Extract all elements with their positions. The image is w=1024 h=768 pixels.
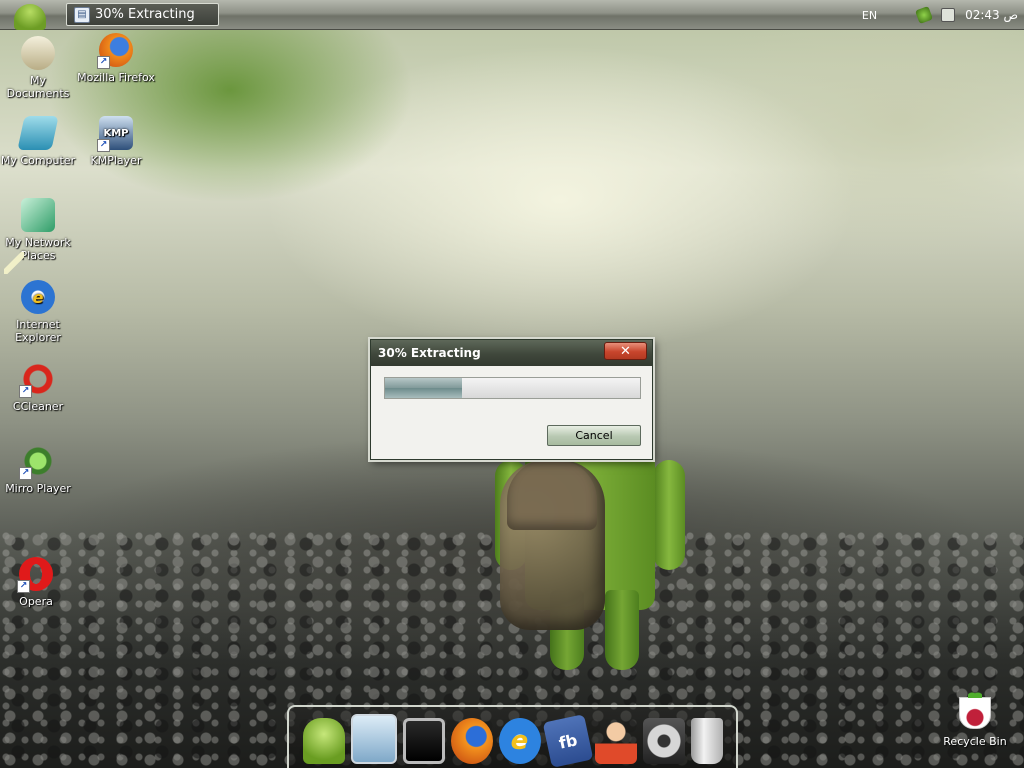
android-start-icon: [14, 4, 46, 30]
desktop-icon-mirro-player[interactable]: Mirro Player: [0, 444, 78, 495]
dialog-title: 30% Extracting: [378, 346, 481, 360]
android-icon[interactable]: [302, 718, 345, 764]
desktop-icon-label: My Documents: [6, 74, 70, 100]
taskbar: ▤ 30% Extracting EN 02:43 ص: [0, 0, 1024, 30]
system-tray: EN 02:43 ص: [862, 0, 1018, 30]
opera-icon: [17, 557, 53, 593]
start-button[interactable]: [8, 0, 52, 30]
clock[interactable]: 02:43 ص: [965, 8, 1018, 22]
network-places-icon: [21, 198, 55, 232]
firefox-icon: [97, 33, 133, 69]
desktop-icon-recycle-bin[interactable]: Recycle Bin: [940, 689, 1010, 748]
desktop-icon-my-computer[interactable]: My Computer: [0, 116, 78, 167]
extraction-progress-bar: [384, 377, 641, 399]
dock: e fb: [287, 705, 738, 768]
clock-ampm: ص: [1003, 8, 1018, 22]
desktop-icon-label: Mozilla Firefox: [77, 71, 155, 84]
ccleaner-icon: [19, 362, 55, 398]
internet-explorer-icon: e: [21, 280, 55, 314]
tablet-icon[interactable]: [402, 718, 445, 764]
desktop-icon-kmplayer[interactable]: KMP KMPlayer: [76, 116, 156, 167]
settings-gear-icon[interactable]: [642, 718, 685, 764]
desktop-icon-label: Opera: [19, 595, 53, 608]
desktop-icon-label: My Computer: [0, 154, 76, 167]
pen-cursor-icon: [4, 252, 24, 274]
desktop-icon-firefox[interactable]: Mozilla Firefox: [76, 33, 156, 84]
desktop-icon-label: KMPlayer: [90, 154, 142, 167]
taskbar-item-extracting[interactable]: ▤ 30% Extracting: [66, 3, 219, 26]
android-leg-right: [605, 590, 639, 670]
desktop-icon-ccleaner[interactable]: CCleaner: [0, 362, 78, 413]
cancel-button-label: Cancel: [575, 429, 613, 442]
close-icon: ✕: [620, 343, 631, 359]
recycle-bin-icon: [959, 689, 991, 729]
backpack-flap: [507, 460, 597, 530]
desktop-icon-label: CCleaner: [12, 400, 64, 413]
progress-fill: [385, 378, 462, 398]
android-arm-right: [653, 460, 685, 570]
desktop-icon-label: Internet Explorer: [15, 318, 61, 344]
extraction-dialog: 30% Extracting ✕ Cancel: [370, 339, 653, 460]
user-support-icon[interactable]: [594, 718, 637, 764]
archive-icon: ▤: [74, 6, 90, 23]
trash-icon[interactable]: [690, 718, 723, 764]
dialog-titlebar[interactable]: 30% Extracting ✕: [371, 340, 652, 366]
android-tray-icon[interactable]: [915, 6, 934, 24]
kmplayer-icon: KMP: [97, 116, 133, 152]
close-button[interactable]: ✕: [604, 342, 647, 360]
clock-time: 02:43: [965, 8, 1000, 22]
facebook-label: fb: [556, 729, 579, 753]
desktop-icon-opera[interactable]: Opera: [0, 557, 76, 608]
desktop-icon-my-documents[interactable]: My Documents: [0, 36, 78, 100]
network-icon[interactable]: [350, 714, 397, 764]
desktop-icon-internet-explorer[interactable]: e Internet Explorer: [0, 280, 78, 344]
language-indicator[interactable]: EN: [862, 9, 877, 22]
computer-icon: [17, 116, 59, 150]
facebook-icon[interactable]: fb: [542, 714, 593, 768]
internet-explorer-icon[interactable]: e: [498, 718, 541, 764]
taskbar-item-label: 30% Extracting: [95, 7, 195, 22]
cancel-button[interactable]: Cancel: [547, 425, 641, 446]
mirro-player-icon: [19, 444, 55, 480]
network-tray-icon[interactable]: [941, 8, 956, 22]
desktop-icon-label: Mirro Player: [5, 482, 71, 495]
firefox-icon[interactable]: [450, 718, 493, 764]
desktop-icon-label: Recycle Bin: [943, 735, 1007, 748]
documents-icon: [21, 36, 55, 70]
desktop: ▤ 30% Extracting EN 02:43 ص My Documents…: [0, 0, 1024, 768]
